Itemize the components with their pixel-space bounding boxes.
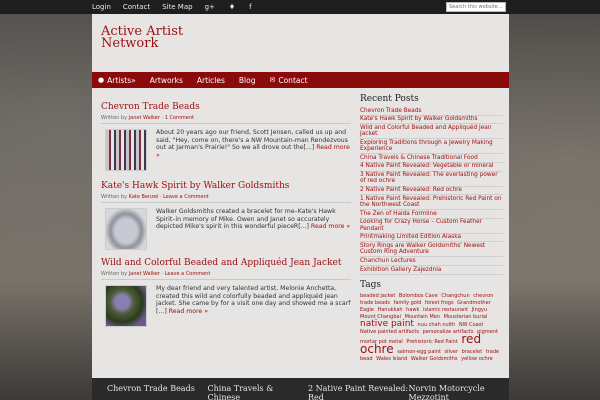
twitter-icon[interactable]: ♦ xyxy=(229,3,235,11)
tag-link[interactable]: bracelet xyxy=(462,349,483,355)
tag-link[interactable]: Hanukkah xyxy=(377,307,402,313)
nav-blog[interactable]: Blog xyxy=(239,76,256,85)
tag-link[interactable]: Jingyu xyxy=(472,307,487,313)
tag-link[interactable]: yellow ochre xyxy=(461,356,493,362)
post-meta: Written by Janet Walker · 1 Comment xyxy=(101,115,351,124)
post-thumbnail[interactable] xyxy=(105,208,147,250)
site-title[interactable]: Active Artist Network xyxy=(101,25,241,50)
post-thumbnail[interactable] xyxy=(105,129,147,171)
tag-link[interactable]: native paint xyxy=(360,319,414,329)
nav-contact[interactable]: ✉ Contact xyxy=(269,76,307,85)
post-title[interactable]: Wild and Colorful Beaded and Appliquéd J… xyxy=(101,258,351,268)
contact-link[interactable]: Contact xyxy=(123,0,150,14)
footer-post-link[interactable]: Chevron Trade Beads xyxy=(107,384,208,400)
post-excerpt: My dear friend and very talented artist,… xyxy=(156,285,351,315)
tag-link[interactable]: Changchun xyxy=(441,293,469,299)
sidebar: Recent Posts Chevron Trade Beads Kate's … xyxy=(360,94,503,363)
nav-artists[interactable]: ● Artists» xyxy=(98,76,136,85)
tag-link[interactable]: silver xyxy=(445,349,458,355)
recent-post-link[interactable]: Exhibition Gallery Zajezdnia xyxy=(360,266,503,275)
post-author-link[interactable]: Janet Walker xyxy=(129,115,160,121)
recent-post-link[interactable]: 2 Native Paint Revealed: Red ochre xyxy=(360,187,503,196)
tag-link[interactable]: NW Coast xyxy=(459,322,483,328)
recent-post-link[interactable]: The Zen of Haida Formline xyxy=(360,210,503,219)
recent-post-link[interactable]: 3 Native Paint Revealed: The everlasting… xyxy=(360,172,503,187)
footer-post-link[interactable]: Norvin Motorcycle Mezzotint xyxy=(409,384,510,400)
tag-cloud: beaded jacket Bolombos Cave Changchun ch… xyxy=(360,293,503,363)
recent-post-link[interactable]: Looking for Crazy Horse – Custom Feather… xyxy=(360,219,503,234)
footer-post-link[interactable]: China Travels & Chinese xyxy=(208,384,309,400)
post-author-link[interactable]: Janet Walker xyxy=(129,271,160,277)
recent-post-link[interactable]: 4 Native Paint Revealed: Vegetable or mi… xyxy=(360,163,503,172)
nav-articles[interactable]: Articles xyxy=(197,76,225,85)
tag-link[interactable]: Bolombos Cave xyxy=(399,293,438,299)
post-title[interactable]: Chevron Trade Beads xyxy=(101,102,351,112)
footer: Chevron Trade Beads China Travels & Chin… xyxy=(92,378,509,400)
post-author-link[interactable]: Kate Benzel xyxy=(129,194,159,200)
top-bar: Login Contact Site Map g+ ♦ f xyxy=(0,0,600,14)
google-plus-icon[interactable]: g+ xyxy=(205,3,215,11)
post-comments-link[interactable]: Leave a Comment xyxy=(165,271,211,277)
recent-post-link[interactable]: Kate's Hawk Spirit by Walker Goldsmiths xyxy=(360,116,503,125)
nav-artworks[interactable]: Artworks xyxy=(150,76,183,85)
recent-post-link[interactable]: Story Rings are Walker Goldsmiths' Newes… xyxy=(360,242,503,258)
tag-link[interactable]: beaded jacket xyxy=(360,293,395,299)
login-link[interactable]: Login xyxy=(92,0,111,14)
facebook-icon[interactable]: f xyxy=(249,3,251,11)
tag-link[interactable]: Wales Island xyxy=(376,356,407,362)
page-container: Active Artist Network ● Artists» Artwork… xyxy=(92,14,509,400)
post-title[interactable]: Kate's Hawk Spirit by Walker Goldsmiths xyxy=(101,181,351,191)
post-meta: Written by Janet Walker · Leave a Commen… xyxy=(101,271,351,280)
read-more-link[interactable]: Read more » xyxy=(311,223,350,230)
post-meta: Written by Kate Benzel · Leave a Comment xyxy=(101,194,351,203)
site-map-link[interactable]: Site Map xyxy=(162,0,192,14)
post-item: Wild and Colorful Beaded and Appliquéd J… xyxy=(101,258,351,327)
tag-link[interactable]: forest frogs xyxy=(425,300,454,306)
tag-link[interactable]: Native painted artifacts xyxy=(360,329,419,335)
recent-post-link[interactable]: Wild and Colorful Beaded and Appliquéd J… xyxy=(360,124,503,140)
recent-posts-heading: Recent Posts xyxy=(360,94,419,104)
post-item: Kate's Hawk Spirit by Walker Goldsmiths … xyxy=(101,181,351,250)
post-excerpt: Walker Goldsmiths created a bracelet for… xyxy=(156,208,351,231)
tag-link[interactable]: nuu chah nulth xyxy=(418,322,456,328)
tags-heading: Tags xyxy=(360,279,382,290)
footer-post-link[interactable]: 2 Native Paint Revealed: Red xyxy=(308,384,409,400)
tag-link[interactable]: hawk xyxy=(406,307,419,313)
tag-link[interactable]: family gold xyxy=(394,300,422,306)
tag-link[interactable]: islamic restaurant xyxy=(423,307,468,313)
tag-link[interactable]: Walker Goldsmiths xyxy=(411,356,458,362)
tag-link[interactable]: Mousterian burial xyxy=(444,314,488,320)
recent-post-link[interactable]: Printmaking Limited Edition Alaska xyxy=(360,234,503,243)
post-comments-link[interactable]: Leave a Comment xyxy=(163,194,209,200)
post-excerpt: About 20 years ago our friend, Scott Jen… xyxy=(156,129,350,159)
recent-post-link[interactable]: Chanchun Lectures xyxy=(360,257,503,267)
recent-post-link[interactable]: 1 Native Paint Revealed: Prehistoric Red… xyxy=(360,195,503,211)
post-item: Chevron Trade Beads Written by Janet Wal… xyxy=(101,102,351,171)
tag-link[interactable]: Prehistoric Red Paint xyxy=(406,339,457,345)
recent-post-link[interactable]: China Travels & Chinese Traditional Food xyxy=(360,154,503,163)
recent-post-link[interactable]: Chevron Trade Beads xyxy=(360,107,503,116)
tag-link[interactable]: salmon-egg paint xyxy=(397,349,441,355)
post-thumbnail[interactable] xyxy=(105,285,147,327)
recent-post-link[interactable]: Exploring Traditions through a Jewelry M… xyxy=(360,139,503,155)
recent-posts-list: Chevron Trade Beads Kate's Hawk Spirit b… xyxy=(360,107,503,275)
envelope-icon: ✉ xyxy=(269,76,276,84)
post-comments-link[interactable]: 1 Comment xyxy=(165,115,194,121)
main-nav: ● Artists» Artworks Articles Blog ✉ Cont… xyxy=(92,72,509,88)
read-more-link[interactable]: Read more » xyxy=(169,308,208,315)
user-icon: ● xyxy=(98,76,105,84)
search-input[interactable] xyxy=(446,2,506,12)
